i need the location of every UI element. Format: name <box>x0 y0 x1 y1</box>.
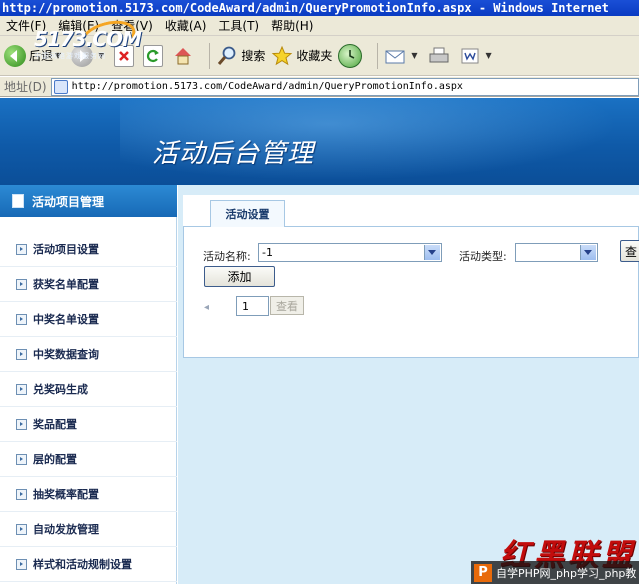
sidebar-item-style-and-rules[interactable]: 样式和活动规制设置 <box>0 547 177 582</box>
arrow-bullet-icon <box>16 278 27 290</box>
tab-activity-settings[interactable]: 活动设置 <box>210 200 285 227</box>
search-button[interactable]: 搜索 <box>216 45 265 67</box>
history-icon <box>338 43 363 68</box>
sidebar-item-label: 中奖数据查询 <box>33 348 99 361</box>
page-header-banner <box>0 98 639 185</box>
sidebar-item-prize-config[interactable]: 奖品配置 <box>0 407 177 442</box>
logo-subtitle: 中国网络游戏服务网 <box>34 52 106 60</box>
address-label: 地址(D) <box>4 80 47 94</box>
edit-button[interactable]: ▼ <box>459 45 496 67</box>
sidebar-item-lottery-probability[interactable]: 抽奖概率配置 <box>0 477 177 512</box>
chevron-down-icon <box>580 245 596 260</box>
home-button[interactable] <box>172 45 197 67</box>
sidebar-item-redeem-code-generation[interactable]: 兑奖码生成 <box>0 372 177 407</box>
page-title: 活动后台管理 <box>152 139 315 169</box>
arrow-bullet-icon <box>16 488 27 500</box>
sidebar-item-winner-list-settings[interactable]: 中奖名单设置 <box>0 302 177 337</box>
printer-icon <box>428 45 450 67</box>
mail-button[interactable]: ▼ <box>384 45 421 67</box>
pager-view-button[interactable]: 查看 <box>270 296 304 315</box>
sidebar-item-label: 中奖名单设置 <box>33 313 99 326</box>
refresh-icon <box>143 44 164 67</box>
sidebar-item-label: 活动项目设置 <box>33 243 99 256</box>
menu-favorites[interactable]: 收藏(A) <box>159 17 213 34</box>
sidebar-item-activity-settings[interactable]: 活动项目设置 <box>0 232 177 267</box>
address-input[interactable]: http://promotion.5173.com/CodeAward/admi… <box>50 77 639 96</box>
document-icon <box>12 194 24 208</box>
address-bar: 地址(D) http://promotion.5173.com/CodeAwar… <box>0 77 639 97</box>
window-title: http://promotion.5173.com/CodeAward/admi… <box>2 1 609 15</box>
site-logo[interactable]: 5173.COM <box>34 27 142 51</box>
toolbar-separator <box>377 42 379 69</box>
sidebar-item-winner-data-query[interactable]: 中奖数据查询 <box>0 337 177 372</box>
arrow-bullet-icon <box>16 523 27 535</box>
activity-name-select[interactable]: -1 <box>258 243 442 262</box>
sidebar-item-label: 奖品配置 <box>33 418 77 431</box>
sidebar-item-layer-config[interactable]: 层的配置 <box>0 442 177 477</box>
word-document-icon <box>459 45 481 67</box>
activity-name-value: -1 <box>262 246 273 259</box>
edit-dropdown-icon[interactable]: ▼ <box>486 51 492 60</box>
arrow-bullet-icon <box>16 313 27 325</box>
sidebar-item-auto-distribution[interactable]: 自动发放管理 <box>0 512 177 547</box>
sidebar-item-label: 获奖名单配置 <box>33 278 99 291</box>
favorites-label: 收藏夹 <box>296 49 333 63</box>
sidebar-item-label: 抽奖概率配置 <box>33 488 99 501</box>
add-button[interactable]: 添加 <box>204 266 275 287</box>
sidebar-item-winner-list-config[interactable]: 获奖名单配置 <box>0 267 177 302</box>
toolbar-separator <box>209 42 211 69</box>
sidebar-item-label: 样式和活动规制设置 <box>33 558 132 571</box>
arrow-bullet-icon <box>16 453 27 465</box>
window-title-bar: http://promotion.5173.com/CodeAward/admi… <box>0 0 639 16</box>
print-button[interactable] <box>428 45 453 67</box>
menu-tools[interactable]: 工具(T) <box>212 17 265 34</box>
mail-icon <box>384 45 406 67</box>
menu-help[interactable]: 帮助(H) <box>265 17 319 34</box>
activity-type-select[interactable] <box>515 243 598 262</box>
favorites-button[interactable]: 收藏夹 <box>271 45 332 67</box>
watermark-logo-icon: P <box>474 563 492 582</box>
favorites-star-icon <box>271 45 293 67</box>
query-button[interactable]: 查 <box>620 240 639 262</box>
mail-dropdown-icon[interactable]: ▼ <box>411 51 417 60</box>
watermark-caption: 自学PHP网_php学习_php教 <box>496 566 637 580</box>
chevron-down-icon <box>424 245 440 260</box>
pager-page-input[interactable]: 1 <box>236 296 269 316</box>
page-icon <box>53 79 68 94</box>
sidebar-item-label: 自动发放管理 <box>33 523 99 536</box>
address-url: http://promotion.5173.com/CodeAward/admi… <box>71 81 463 92</box>
arrow-bullet-icon <box>16 243 27 255</box>
refresh-button[interactable] <box>143 44 166 67</box>
home-icon <box>172 45 194 67</box>
history-button[interactable] <box>338 43 365 68</box>
watermark-caption-strip: P 自学PHP网_php学习_php教 <box>471 561 639 584</box>
back-arrow-icon <box>4 44 26 67</box>
sidebar-header-label: 活动项目管理 <box>32 194 105 209</box>
pager-prev-icon[interactable]: ◂ <box>204 302 209 313</box>
sidebar-header: 活动项目管理 <box>0 185 177 217</box>
arrow-bullet-icon <box>16 418 27 430</box>
search-icon <box>216 45 238 67</box>
activity-name-label: 活动名称: <box>203 250 251 263</box>
sidebar-item-label: 兑奖码生成 <box>33 383 88 396</box>
arrow-bullet-icon <box>16 558 27 570</box>
search-label: 搜索 <box>241 49 266 63</box>
arrow-bullet-icon <box>16 383 27 395</box>
activity-type-label: 活动类型: <box>459 250 507 263</box>
sidebar-item-label: 层的配置 <box>33 453 77 466</box>
arrow-bullet-icon <box>16 348 27 360</box>
